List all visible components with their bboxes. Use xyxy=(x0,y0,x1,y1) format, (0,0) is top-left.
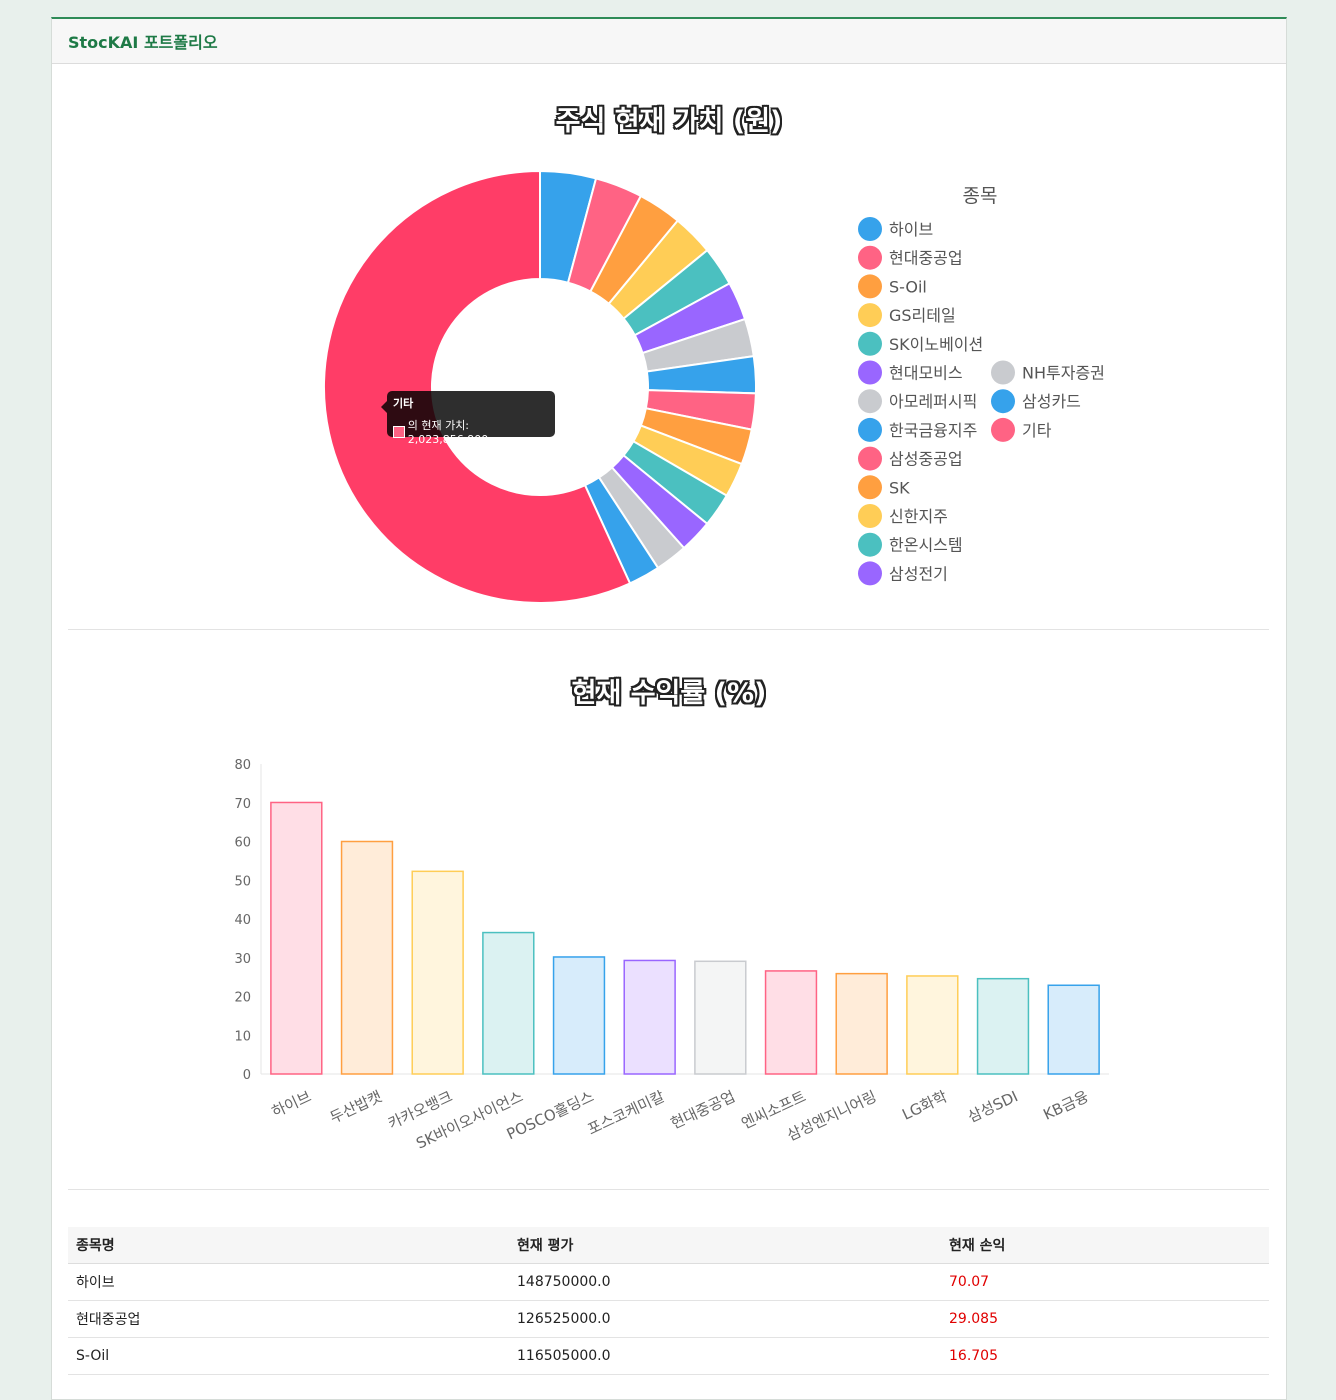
legend-swatch xyxy=(858,446,882,471)
bar[interactable] xyxy=(270,801,323,1075)
y-tick-label: 10 xyxy=(234,1029,251,1044)
bar[interactable] xyxy=(340,840,394,1075)
bar[interactable] xyxy=(764,970,818,1075)
x-tick-label: 포스코케미칼 xyxy=(585,1087,668,1138)
table-row: 하이브 148750000.0 70.07 xyxy=(68,1263,1269,1301)
legend-item[interactable]: 하이브 xyxy=(889,220,933,239)
y-tick-label: 30 xyxy=(234,952,251,967)
table-row: S-Oil 116505000.0 16.705 xyxy=(68,1337,1269,1375)
divider-2 xyxy=(68,1189,1269,1190)
legend-swatch xyxy=(858,245,882,270)
divider-1 xyxy=(68,629,1269,630)
y-tick-label: 60 xyxy=(234,836,251,851)
table-row: 현대중공업 126525000.0 29.085 xyxy=(68,1300,1269,1338)
legend-swatch xyxy=(858,331,882,356)
cell-current-value: 126525000.0 xyxy=(509,1300,941,1338)
legend-item[interactable]: 한국금융지주 xyxy=(889,421,977,440)
pie-chart[interactable]: 종목하이브현대중공업 S-Oil GS리테일 SK이노베이션현대모비스아모레퍼시픽한국… xyxy=(52,19,1286,619)
table-header-row: 종목명 현재 평가 현재 손익 xyxy=(68,1227,1269,1264)
y-tick-label: 40 xyxy=(234,913,251,928)
cell-current-pl: 29.085 xyxy=(941,1300,1269,1338)
cell-current-value: 116505000.0 xyxy=(509,1337,941,1375)
legend-item[interactable]: 삼성전기 xyxy=(889,564,948,583)
cell-stock-name: 현대중공업 xyxy=(68,1300,509,1338)
legend-item[interactable]: S-Oil xyxy=(889,277,927,296)
legend-swatch xyxy=(858,504,882,528)
y-tick-label: 70 xyxy=(234,797,251,812)
bar[interactable] xyxy=(1047,984,1100,1075)
legend-item[interactable]: 삼성중공업 xyxy=(889,450,963,469)
header-stock-name: 종목명 xyxy=(68,1227,509,1264)
bar-chart[interactable]: 80706050403020100하이브 두산밥캣 카카오뱅크SK바이오사이언스PO… xyxy=(52,719,1286,1159)
tooltip-title: 기타 xyxy=(393,397,414,410)
x-tick-label: 두산밥캣 xyxy=(327,1087,385,1127)
legend-swatch xyxy=(858,360,882,385)
x-tick-label: KB금융 xyxy=(1040,1087,1091,1123)
bar-chart-title: 현재 수익률 (%) xyxy=(571,678,767,709)
legend-item[interactable]: 신한지주 xyxy=(889,507,948,526)
legend-swatch xyxy=(858,475,882,500)
header-current-value: 현재 평가 xyxy=(509,1227,941,1264)
legend-item[interactable]: 현대모비스 xyxy=(889,364,963,383)
legend-swatch xyxy=(858,389,882,414)
legend-title: 종목 xyxy=(963,185,998,207)
x-tick-label: 하이브 xyxy=(269,1087,314,1121)
cell-stock-name: S-Oil xyxy=(68,1337,509,1375)
bar[interactable] xyxy=(976,977,1030,1075)
bar[interactable] xyxy=(906,975,959,1075)
y-tick-label: 50 xyxy=(234,874,251,889)
x-tick-label: 삼성SDI xyxy=(965,1087,1021,1126)
cell-stock-name: 하이브 xyxy=(68,1263,509,1301)
cell-current-value: 148750000.0 xyxy=(509,1263,941,1301)
legend-item[interactable]: SK이노베이션 xyxy=(889,335,983,354)
bar[interactable] xyxy=(835,972,888,1075)
legend-swatch xyxy=(858,417,882,442)
x-tick-label: LG화학 xyxy=(899,1087,950,1124)
legend-item[interactable]: 현대중공업 xyxy=(889,249,963,268)
bar[interactable] xyxy=(694,960,747,1075)
legend-item[interactable]: 삼성카드 xyxy=(1022,392,1081,411)
legend-swatch xyxy=(858,303,882,328)
legend-item[interactable]: 아모레퍼시픽 xyxy=(889,392,977,411)
portfolio-card: StocKAI 포트폴리오 주식 현재 가치 (원) 종목 하이브 현대중공업 S-O… xyxy=(51,17,1287,1400)
legend-swatch xyxy=(991,360,1015,385)
tooltip-body: 의 현재 가치: 2,023,856,900 xyxy=(407,419,489,446)
legend-swatch xyxy=(858,561,882,586)
legend-item[interactable]: GS리테일 xyxy=(889,306,956,325)
portfolio-table: 종목명 현재 평가 현재 손익 하이브 148750000.0 70.07 현대… xyxy=(68,1227,1269,1375)
legend-swatch xyxy=(858,532,882,557)
bar[interactable] xyxy=(552,956,606,1075)
legend-item[interactable]: NH투자증권 xyxy=(1022,364,1105,383)
legend-item[interactable]: SK xyxy=(889,478,910,497)
x-tick-label: 현대중공업 xyxy=(668,1087,738,1132)
y-tick-label: 0 xyxy=(243,1068,251,1083)
y-tick-label: 20 xyxy=(234,991,251,1006)
legend-swatch xyxy=(858,274,882,299)
pie-tooltip: 기타 의 현재 가치: 2,023,856,900 xyxy=(381,391,555,446)
legend-item[interactable]: 기타 xyxy=(1022,421,1052,440)
bar[interactable] xyxy=(482,931,535,1075)
bar[interactable] xyxy=(411,870,464,1075)
bar[interactable] xyxy=(623,959,676,1075)
legend-item[interactable]: 한온시스템 xyxy=(889,536,963,555)
cell-current-pl: 16.705 xyxy=(941,1337,1269,1375)
y-tick-label: 80 xyxy=(234,758,251,773)
tooltip-swatch xyxy=(393,425,405,438)
header-current-pl: 현재 손익 xyxy=(941,1227,1269,1264)
cell-current-pl: 70.07 xyxy=(941,1263,1269,1301)
legend-swatch xyxy=(858,217,882,241)
legend-swatch xyxy=(991,417,1015,442)
legend-swatch xyxy=(991,389,1015,414)
